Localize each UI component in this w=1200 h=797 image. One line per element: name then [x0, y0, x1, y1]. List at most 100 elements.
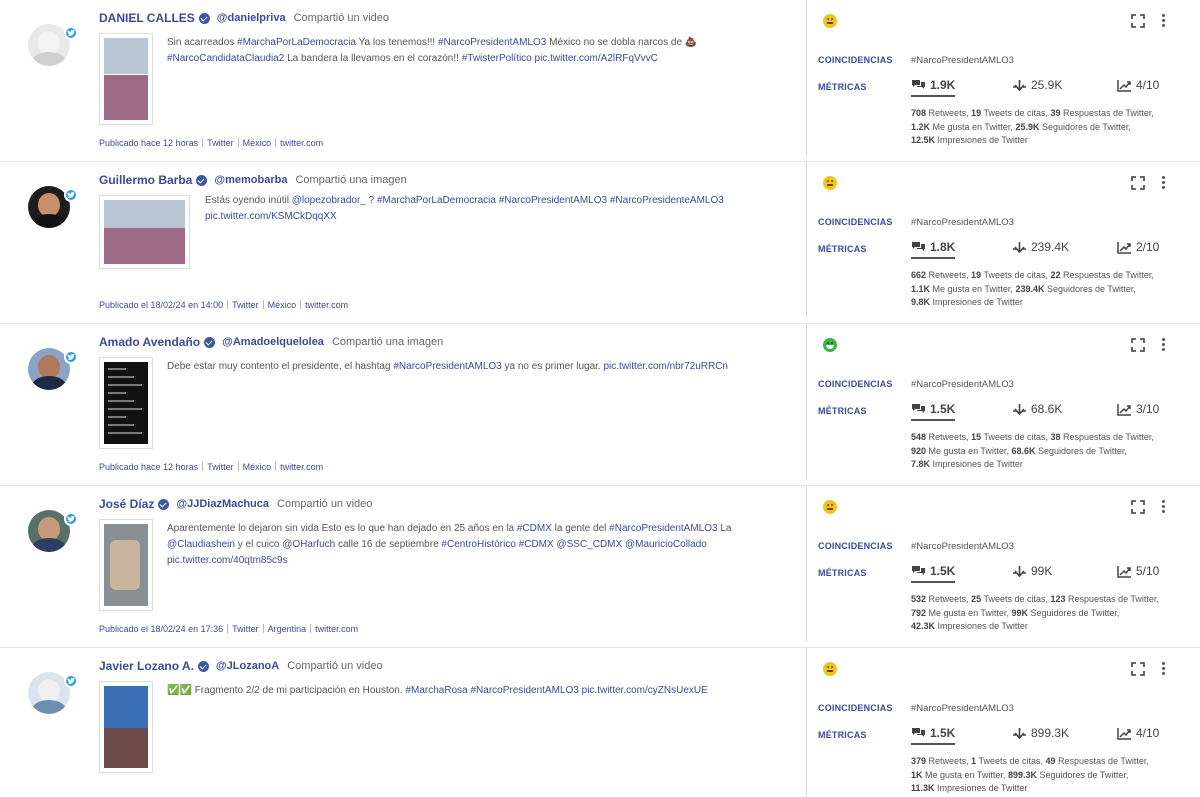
comments-metric[interactable]: 1.9K	[911, 78, 956, 97]
post-image-thumbnail[interactable]	[99, 357, 153, 449]
author-handle[interactable]: @danielpriva	[217, 12, 286, 24]
reach-icon	[1013, 727, 1026, 739]
post-video-thumbnail[interactable]	[99, 681, 153, 773]
source-link[interactable]: Twitter	[207, 138, 234, 148]
media-link[interactable]: pic.twitter.com/nbr72uRRCn	[603, 361, 728, 372]
trend-icon	[1117, 727, 1131, 740]
mention-link[interactable]: @SSC_CDMX	[556, 539, 622, 550]
metrics-label: MÉTRICAS	[818, 82, 867, 92]
trend-icon	[1117, 241, 1131, 254]
metrics-detail: 532 Retweets, 25 Tweets de citas, 123 Re…	[911, 594, 1159, 631]
author-name[interactable]: José Díaz	[99, 497, 154, 511]
source-link[interactable]: Twitter	[232, 300, 259, 310]
more-vertical-icon[interactable]	[1160, 499, 1168, 515]
coincidence-hashtag[interactable]: #NarcoPresidentAMLO3	[911, 703, 1014, 714]
more-vertical-icon[interactable]	[1160, 337, 1168, 353]
hashtag-link[interactable]: #NarcoCandidataClaudia2	[167, 53, 284, 64]
expand-icon[interactable]	[1131, 338, 1145, 352]
media-link[interactable]: pic.twitter.com/40qtm85c9s	[167, 555, 288, 566]
author-handle[interactable]: @JJDiazMachuca	[176, 498, 269, 510]
hashtag-link[interactable]: #NarcoPresidentAMLO3	[499, 195, 607, 206]
more-vertical-icon[interactable]	[1160, 175, 1168, 191]
hashtag-link[interactable]: #MarchaPorLaDemocracia	[377, 195, 496, 206]
score-metric[interactable]: 4/10	[1117, 78, 1159, 92]
coincidence-hashtag[interactable]: #NarcoPresidentAMLO3	[911, 379, 1014, 390]
likes-label: Me gusta en Twitter	[932, 121, 1011, 132]
author-handle[interactable]: @Amadoelquelolea	[222, 336, 324, 348]
expand-icon[interactable]	[1131, 662, 1145, 676]
hashtag-link[interactable]: #NarcoPresidentAMLO3	[470, 685, 578, 696]
reach-metric[interactable]: 899.3K	[1012, 726, 1069, 740]
reach-value: 239.4K	[1031, 240, 1070, 254]
post-video-thumbnail[interactable]	[99, 519, 153, 611]
score-metric[interactable]: 2/10	[1117, 240, 1159, 254]
media-link[interactable]: pic.twitter.com/KSMCkDqqXX	[205, 211, 337, 222]
media-link[interactable]: pic.twitter.com/A2lRFqVvvC	[535, 53, 658, 64]
post-video-thumbnail[interactable]	[99, 33, 153, 125]
expand-icon[interactable]	[1131, 500, 1145, 514]
reach-value: 25.9K	[1031, 78, 1063, 92]
hashtag-link[interactable]: #NarcoPresidentAMLO3	[438, 37, 546, 48]
country-label: México	[242, 138, 272, 148]
media-link[interactable]: pic.twitter.com/cyZNsUexUE	[582, 685, 708, 696]
score-metric[interactable]: 4/10	[1117, 726, 1159, 740]
country-label: México	[267, 300, 297, 310]
twitter-icon	[64, 188, 78, 202]
source-link[interactable]: Twitter	[207, 462, 234, 472]
domain-link[interactable]: twitter.com	[315, 624, 358, 634]
author-name[interactable]: Amado Avendaño	[99, 335, 200, 349]
metrics-detail: 708 Retweets, 19 Tweets de citas, 39 Res…	[911, 108, 1154, 145]
score-metric[interactable]: 5/10	[1117, 564, 1159, 578]
reach-metric[interactable]: 99K	[1012, 564, 1052, 578]
comments-metric[interactable]: 1.5K	[911, 564, 956, 583]
hashtag-link[interactable]: #CentroHistórico	[441, 539, 515, 550]
author-handle[interactable]: @memobarba	[214, 174, 287, 186]
author-name[interactable]: Guillermo Barba	[99, 173, 192, 187]
coincidence-hashtag[interactable]: #NarcoPresidentAMLO3	[911, 217, 1014, 228]
hashtag-link[interactable]: #MarchaPorLaDemocracia	[237, 37, 356, 48]
comments-metric[interactable]: 1.5K	[911, 402, 956, 421]
domain-link[interactable]: twitter.com	[280, 138, 323, 148]
impressions-count: 11.3K	[911, 783, 935, 793]
coincidence-hashtag[interactable]: #NarcoPresidentAMLO3	[911, 55, 1014, 66]
domain-link[interactable]: twitter.com	[280, 462, 323, 472]
trend-icon	[1117, 565, 1131, 578]
verified-icon	[196, 174, 208, 186]
share-action: Compartió una imagen	[295, 174, 407, 186]
coincidence-hashtag[interactable]: #NarcoPresidentAMLO3	[911, 541, 1014, 552]
score-metric[interactable]: 3/10	[1117, 402, 1159, 416]
hashtag-link[interactable]: #NarcoPresidentAMLO3	[393, 361, 501, 372]
post-image-thumbnail[interactable]	[99, 195, 190, 269]
mention-link[interactable]: @lopezobrador_	[292, 195, 366, 206]
more-vertical-icon[interactable]	[1160, 661, 1168, 677]
comments-metric[interactable]: 1.5K	[911, 726, 956, 745]
author-name[interactable]: DANIEL CALLES	[99, 11, 195, 25]
source-link[interactable]: Twitter	[232, 624, 259, 634]
reach-metric[interactable]: 239.4K	[1012, 240, 1069, 254]
hashtag-link[interactable]: #TwisterPolítico	[462, 53, 532, 64]
comments-value: 1.8K	[930, 240, 956, 254]
hashtag-link[interactable]: #NarcoPresidentAMLO3	[609, 523, 717, 534]
comments-icon	[912, 80, 925, 89]
hashtag-link[interactable]: #CDMX	[517, 523, 552, 534]
author-handle[interactable]: @JLozanoA	[216, 660, 279, 672]
metrics-detail: 548 Retweets, 15 Tweets de citas, 38 Res…	[911, 432, 1154, 469]
reach-metric[interactable]: 25.9K	[1012, 78, 1062, 92]
expand-icon[interactable]	[1131, 14, 1145, 28]
reach-metric[interactable]: 68.6K	[1012, 402, 1062, 416]
comments-metric[interactable]: 1.8K	[911, 240, 956, 259]
author-name[interactable]: Javier Lozano A.	[99, 659, 194, 673]
more-vertical-icon[interactable]	[1160, 13, 1168, 29]
impressions-label: Impresiones de Twitter	[932, 297, 1023, 307]
trend-icon	[1117, 79, 1131, 92]
mention-link[interactable]: @OHarfuch	[282, 539, 335, 550]
mention-link[interactable]: @Claudiashein	[167, 539, 235, 550]
mention-link[interactable]: @MauricioCollado	[625, 539, 707, 550]
hashtag-link[interactable]: #CDMX	[519, 539, 554, 550]
followers-label: Seguidores de Twitter	[1046, 283, 1134, 294]
hashtag-link[interactable]: #MarchaRosa	[405, 685, 467, 696]
post-meta: Publicado hace 12 horas Twitter México twit…	[99, 138, 323, 148]
hashtag-link[interactable]: #NarcoPresidenteAMLO3	[610, 195, 724, 206]
expand-icon[interactable]	[1131, 176, 1145, 190]
domain-link[interactable]: twitter.com	[305, 300, 348, 310]
